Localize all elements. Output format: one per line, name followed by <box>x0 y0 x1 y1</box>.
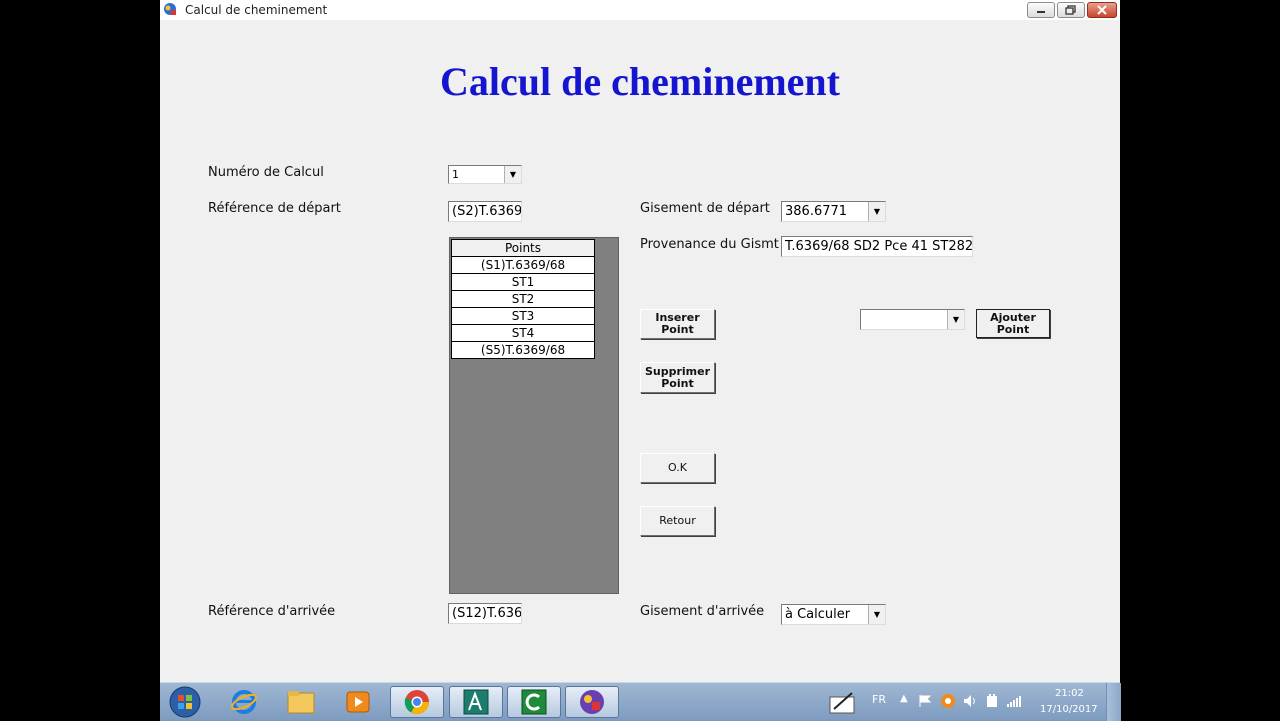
taskbar-ie[interactable] <box>217 686 271 718</box>
chevron-down-icon[interactable]: ▼ <box>868 605 885 624</box>
point-cell[interactable]: ST2 <box>451 290 595 308</box>
supprimer-point-button[interactable]: Supprimer Point <box>640 362 715 393</box>
app-window: Calcul de cheminement Calcul de cheminem… <box>160 0 1120 682</box>
taskbar-autocad[interactable] <box>449 686 503 718</box>
minimize-icon <box>1028 3 1054 17</box>
media-player-icon <box>346 691 370 713</box>
ok-button[interactable]: O.K <box>640 453 715 483</box>
clock-time[interactable]: 21:02 <box>1055 688 1084 699</box>
show-desktop-button[interactable] <box>1106 683 1121 721</box>
pen-tray-icon[interactable] <box>828 689 858 715</box>
points-table[interactable]: Points (S1)T.6369/68 ST1 ST2 ST3 ST4 (S5… <box>451 239 595 359</box>
table-row[interactable]: ST1 <box>451 273 595 291</box>
point-cell[interactable]: ST3 <box>451 307 595 325</box>
power-icon[interactable] <box>984 693 1000 709</box>
chevron-down-icon[interactable]: ▼ <box>504 166 521 183</box>
point-cell[interactable]: ST4 <box>451 324 595 342</box>
table-row[interactable]: ST2 <box>451 290 595 308</box>
table-row[interactable]: ST4 <box>451 324 595 342</box>
inserer-point-button[interactable]: Inserer Point <box>640 309 715 339</box>
table-row[interactable]: ST3 <box>451 307 595 325</box>
taskbar-camtasia[interactable] <box>507 686 561 718</box>
retour-button[interactable]: Retour <box>640 506 715 536</box>
gisement-depart-select[interactable]: 386.6771 ▼ <box>781 201 886 222</box>
numero-calcul-value: 1 <box>452 168 459 181</box>
language-indicator[interactable]: FR <box>872 693 886 706</box>
numero-calcul-label: Numéro de Calcul <box>208 165 324 180</box>
provenance-label: Provenance du Gismt <box>640 237 779 252</box>
app-icon <box>580 690 604 714</box>
app-icon <box>164 3 176 15</box>
table-row[interactable]: (S1)T.6369/68 <box>451 256 595 274</box>
taskbar-explorer[interactable] <box>274 686 328 718</box>
network-icon[interactable] <box>1006 693 1022 709</box>
page-title: Calcul de cheminement <box>440 59 840 104</box>
reference-arrivee-label: Référence d'arrivée <box>208 604 336 619</box>
window-title: Calcul de cheminement <box>185 3 328 17</box>
restore-button[interactable] <box>1057 2 1085 18</box>
gisement-arrivee-value: à Calculer <box>785 607 851 622</box>
ie-icon <box>231 690 257 714</box>
chrome-icon <box>404 690 429 715</box>
title-bar: Calcul de cheminement <box>160 0 1120 20</box>
taskbar-media-player[interactable] <box>331 686 385 718</box>
close-button[interactable] <box>1087 2 1117 18</box>
gisement-depart-label: Gisement de départ <box>640 201 770 216</box>
close-icon <box>1088 3 1116 17</box>
minimize-button[interactable] <box>1027 2 1055 18</box>
taskbar-chrome[interactable] <box>390 686 444 718</box>
taskbar-app[interactable] <box>565 686 619 718</box>
flag-icon[interactable] <box>918 694 932 708</box>
clock-date[interactable]: 17/10/2017 <box>1040 704 1098 715</box>
restore-icon <box>1058 3 1084 17</box>
reference-arrivee-field[interactable]: (S12)T.636 <box>448 603 522 624</box>
point-select[interactable]: ▼ <box>860 309 965 330</box>
points-list-panel[interactable]: Points (S1)T.6369/68 ST1 ST2 ST3 ST4 (S5… <box>449 237 619 594</box>
taskbar: FR ▲ 21:02 17/10/2017 <box>160 682 1121 721</box>
provenance-field[interactable]: T.6369/68 SD2 Pce 41 ST282 <box>781 236 973 257</box>
tray-expand-icon[interactable]: ▲ <box>900 693 908 704</box>
ajouter-point-button[interactable]: Ajouter Point <box>976 309 1050 338</box>
points-header: Points <box>451 239 595 257</box>
point-cell[interactable]: (S1)T.6369/68 <box>451 256 595 274</box>
chevron-down-icon[interactable]: ▼ <box>868 202 885 221</box>
camtasia-icon <box>521 689 547 715</box>
reference-depart-field[interactable]: (S2)T.6369, <box>448 201 522 222</box>
volume-icon[interactable] <box>962 693 978 709</box>
gisement-arrivee-select[interactable]: à Calculer ▼ <box>781 604 886 625</box>
avast-icon[interactable] <box>940 693 956 709</box>
gisement-depart-value: 386.6771 <box>785 204 848 219</box>
chevron-down-icon[interactable]: ▼ <box>947 310 964 329</box>
table-row[interactable]: (S5)T.6369/68 <box>451 341 595 359</box>
numero-calcul-select[interactable]: 1 ▼ <box>448 165 522 184</box>
start-button[interactable] <box>160 686 210 718</box>
autocad-icon <box>463 689 489 715</box>
explorer-icon <box>287 691 315 714</box>
start-orb-icon <box>169 686 201 718</box>
reference-depart-label: Référence de départ <box>208 201 341 216</box>
gisement-arrivee-label: Gisement d'arrivée <box>640 604 765 619</box>
point-cell[interactable]: ST1 <box>451 273 595 291</box>
point-cell[interactable]: (S5)T.6369/68 <box>451 341 595 359</box>
